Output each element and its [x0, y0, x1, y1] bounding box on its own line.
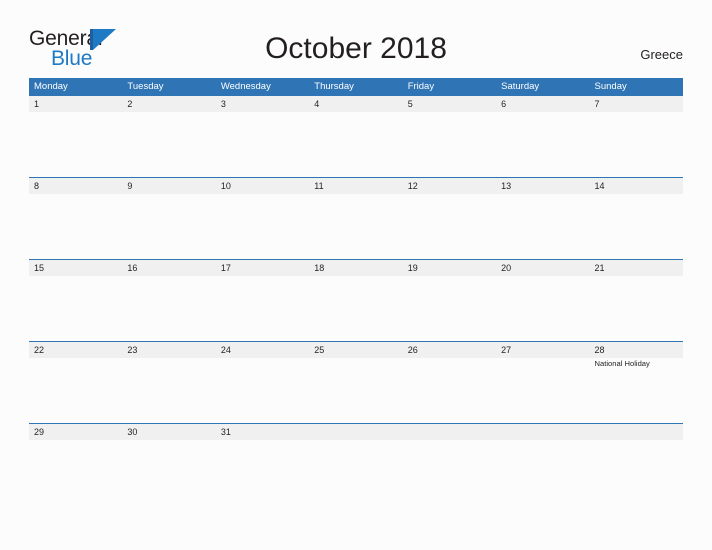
day-number: 2 [127, 99, 133, 109]
calendar-day-cell[interactable]: 20 [496, 260, 589, 341]
calendar-day-cell [403, 424, 496, 505]
calendar-day-cell[interactable]: 9 [122, 178, 215, 259]
day-number: 3 [220, 99, 226, 109]
calendar-day-cell[interactable]: 2 [122, 96, 215, 177]
calendar-day-cell[interactable]: 15 [29, 260, 122, 341]
calendar-day-cell[interactable]: 7 [590, 96, 683, 177]
calendar-day-cell[interactable]: 27 [496, 342, 589, 423]
calendar-day-cell[interactable]: 24 [216, 342, 309, 423]
day-number: 23 [127, 345, 138, 355]
day-number: 25 [314, 345, 325, 355]
calendar-day-cell[interactable]: 11 [309, 178, 402, 259]
day-number: 14 [594, 181, 605, 191]
day-number: 10 [220, 181, 231, 191]
calendar-day-cell[interactable]: 25 [309, 342, 402, 423]
calendar-grid: Monday Tuesday Wednesday Thursday Friday… [29, 78, 683, 505]
calendar-day-cell[interactable]: 23 [122, 342, 215, 423]
day-number: 31 [220, 427, 231, 437]
weekday-header-friday: Friday [407, 81, 435, 92]
day-number: 30 [127, 427, 138, 437]
calendar-day-cell[interactable]: 10 [216, 178, 309, 259]
day-number: 27 [501, 345, 512, 355]
day-number: 11 [314, 181, 324, 191]
day-number: 4 [314, 99, 320, 109]
calendar-day-cell[interactable]: 26 [403, 342, 496, 423]
day-event-label: National Holiday [594, 359, 650, 368]
day-number: 20 [501, 263, 512, 273]
day-number: 5 [407, 99, 413, 109]
weekday-header-saturday: Saturday [501, 81, 540, 92]
day-number: 1 [34, 99, 40, 109]
calendar-day-cell[interactable]: 29 [29, 424, 122, 505]
calendar-week-row: 1 2 3 4 5 6 7 [29, 96, 683, 177]
calendar-week-cells: 22 23 24 25 26 27 28 National Holiday [29, 342, 683, 423]
day-number: 29 [34, 427, 45, 437]
day-number: 6 [501, 99, 507, 109]
calendar-day-cell[interactable]: 12 [403, 178, 496, 259]
day-number: 22 [34, 345, 45, 355]
day-number: 26 [407, 345, 418, 355]
calendar-day-cell[interactable]: 30 [122, 424, 215, 505]
calendar-day-cell [496, 424, 589, 505]
day-number: 19 [407, 263, 418, 273]
calendar-day-cell[interactable]: 3 [216, 96, 309, 177]
calendar-day-cell[interactable]: 8 [29, 178, 122, 259]
calendar-week-row: 15 16 17 18 19 20 21 [29, 259, 683, 341]
day-number: 28 [594, 345, 605, 355]
day-number: 18 [314, 263, 325, 273]
calendar-day-cell[interactable]: 4 [309, 96, 402, 177]
calendar-day-cell[interactable]: 22 [29, 342, 122, 423]
calendar-day-cell[interactable]: 16 [122, 260, 215, 341]
country-label: Greece [640, 47, 683, 62]
day-number: 15 [34, 263, 45, 273]
day-number: 8 [34, 181, 40, 191]
weekday-header-monday: Monday [34, 81, 68, 92]
calendar-day-cell[interactable]: 1 [29, 96, 122, 177]
calendar-day-cell[interactable]: 18 [309, 260, 402, 341]
calendar-day-cell [590, 424, 683, 505]
day-number: 9 [127, 181, 133, 191]
calendar-week-cells: 15 16 17 18 19 20 21 [29, 260, 683, 341]
weekday-header-tuesday: Tuesday [127, 81, 164, 92]
weekday-header-wednesday: Wednesday [220, 81, 271, 92]
calendar-day-cell[interactable]: 17 [216, 260, 309, 341]
calendar-day-cell[interactable]: 21 [590, 260, 683, 341]
day-number: 21 [594, 263, 605, 273]
day-number: 12 [407, 181, 418, 191]
day-events: National Holiday [595, 358, 683, 369]
calendar-day-cell[interactable]: 14 [590, 178, 683, 259]
weekday-header-sunday: Sunday [594, 81, 627, 92]
calendar-day-cell[interactable]: 31 [216, 424, 309, 505]
day-number: 7 [594, 99, 600, 109]
weekday-header-thursday: Thursday [314, 81, 354, 92]
calendar-week-row: 29 30 31 [29, 423, 683, 505]
day-number: 24 [220, 345, 231, 355]
page-header: General Blue October 2018 Greece [0, 0, 712, 76]
calendar-weeks: 1 2 3 4 5 6 7 8 9 10 11 12 13 14 15 16 17 18 19 20 21 22 23 24 2… [29, 96, 683, 505]
calendar-week-cells: 8 9 10 11 12 13 14 [29, 178, 683, 259]
calendar-day-cell[interactable]: 19 [403, 260, 496, 341]
page-title: October 2018 [265, 32, 447, 65]
calendar-week-row: 8 9 10 11 12 13 14 [29, 177, 683, 259]
calendar-day-cell [309, 424, 402, 505]
calendar-week-cells: 1 2 3 4 5 6 7 [29, 96, 683, 177]
calendar-day-cell[interactable]: 5 [403, 96, 496, 177]
calendar-day-cell[interactable]: 13 [496, 178, 589, 259]
day-number: 16 [127, 263, 138, 273]
calendar-week-cells: 29 30 31 [29, 424, 683, 505]
day-number: 17 [220, 263, 231, 273]
calendar-day-cell[interactable]: 28 National Holiday [590, 342, 683, 423]
day-number: 13 [501, 181, 512, 191]
calendar-week-row: 22 23 24 25 26 27 28 National Holiday [29, 341, 683, 423]
weekday-header-row: Monday Tuesday Wednesday Thursday Friday… [29, 78, 683, 96]
calendar-day-cell[interactable]: 6 [496, 96, 589, 177]
